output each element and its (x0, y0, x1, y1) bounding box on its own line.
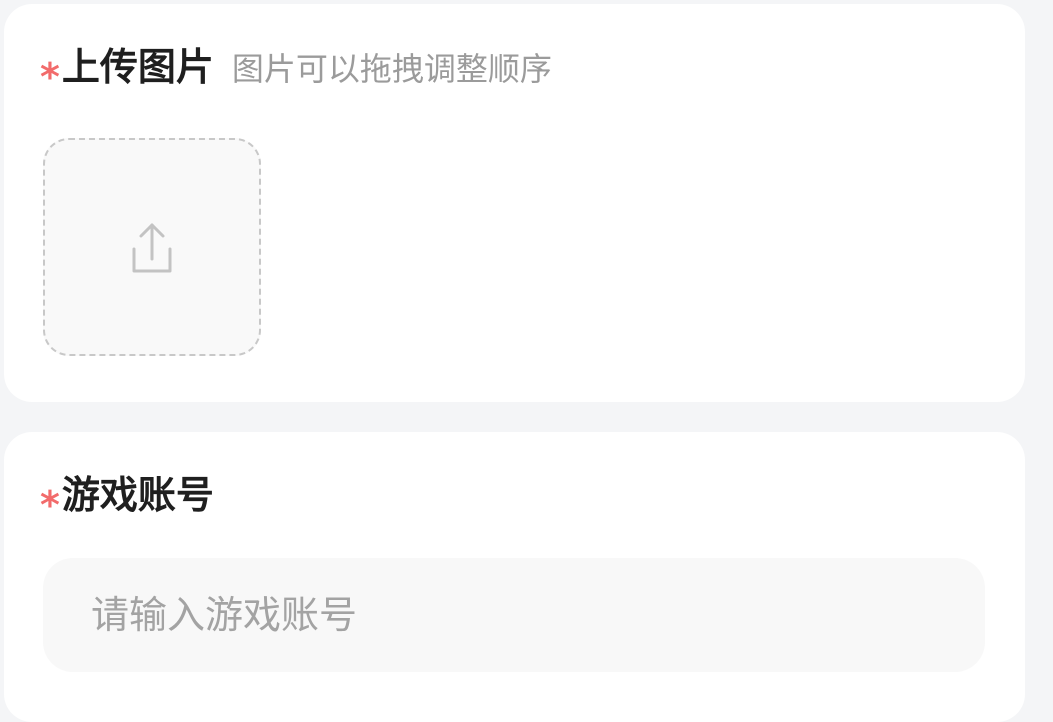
game-account-input[interactable] (43, 558, 985, 672)
upload-image-hint: 图片可以拖拽调整顺序 (231, 50, 552, 88)
upload-image-title: 上传图片 (61, 45, 214, 89)
required-mark: * (40, 55, 60, 99)
game-account-title: 游戏账号 (61, 473, 214, 517)
game-account-header: * 游戏账号 (40, 473, 214, 524)
required-mark: * (40, 483, 60, 527)
upload-icon (132, 223, 172, 273)
upload-image-header: * 上传图片 图片可以拖拽调整顺序 (40, 45, 552, 96)
upload-image-button[interactable] (43, 138, 261, 356)
